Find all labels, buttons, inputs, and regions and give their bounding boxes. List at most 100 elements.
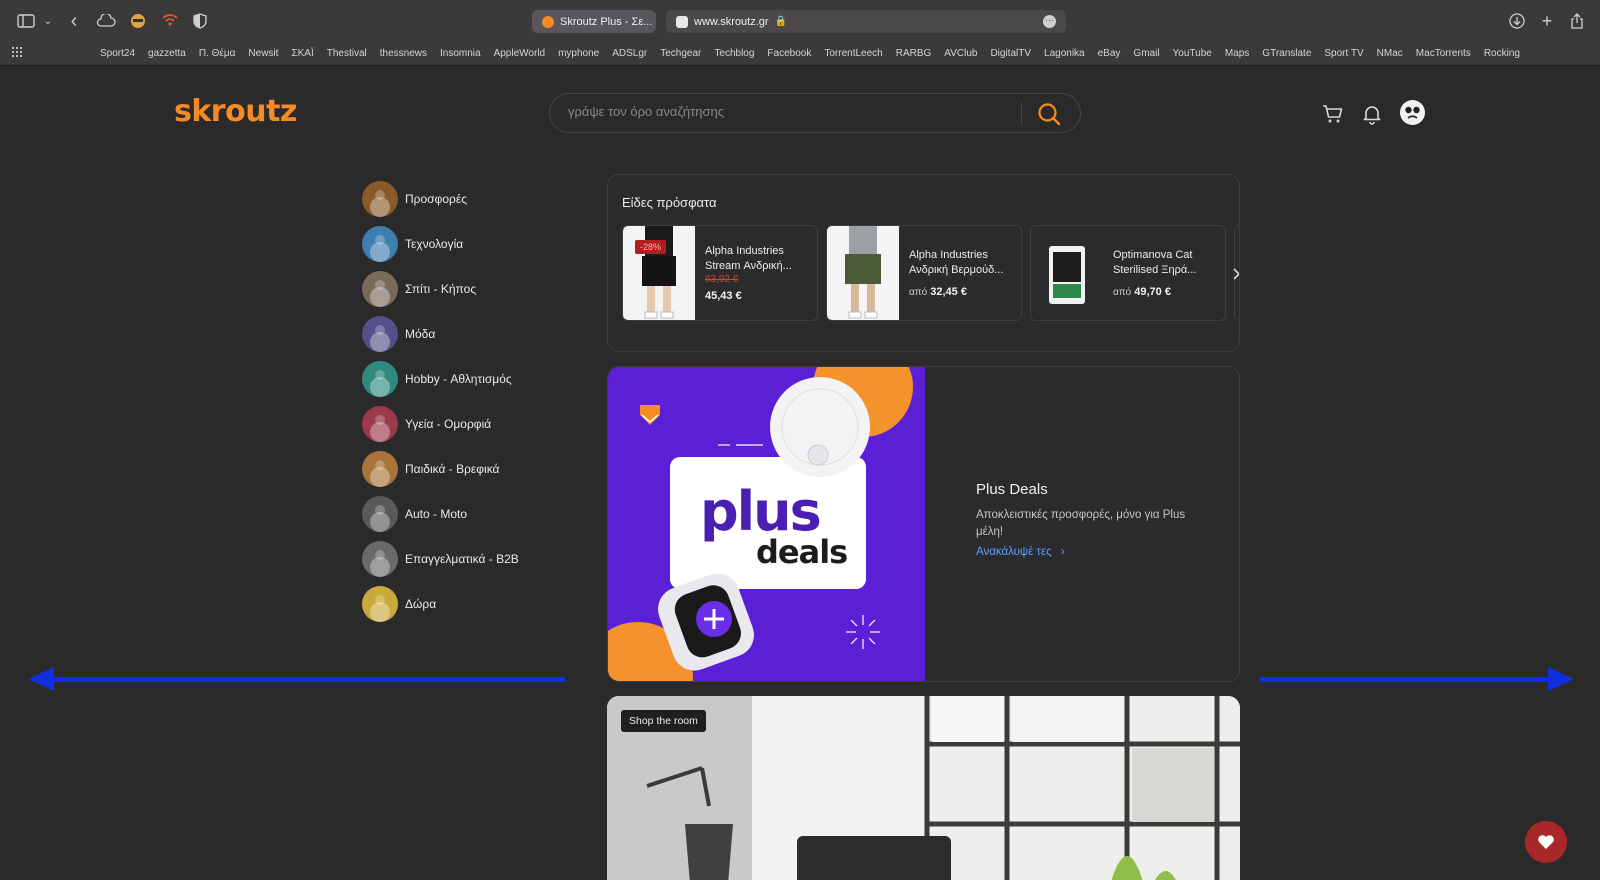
bookmark-item[interactable]: Sport TV (1324, 48, 1363, 59)
bookmark-item[interactable]: Lagonika (1044, 48, 1085, 59)
product-price: από 32,45 € (909, 286, 967, 298)
sidebar-item[interactable]: Υγεία - Ομορφιά (362, 406, 491, 442)
bookmark-item[interactable]: YouTube (1173, 48, 1212, 59)
bookmarks-bar: Sport24 gazzetta Π. Θέμα Newsit ΣΚΑΪ Thestiva… (0, 42, 1600, 66)
sidebar-toggle-icon[interactable] (16, 11, 36, 31)
recently-viewed-title: Είδες πρόσφατα (622, 195, 717, 210)
search-button[interactable] (1035, 100, 1063, 128)
skroutz-favicon-icon (542, 15, 554, 28)
plus-deals-link-label: Ανακάλυψέ τες (976, 546, 1052, 558)
cart-icon[interactable] (1321, 102, 1345, 126)
address-bar[interactable]: www.skroutz.gr 🔒 ··· (666, 10, 1066, 33)
chevron-down-icon[interactable]: ⌄ (38, 11, 58, 31)
bookmark-item[interactable]: myphone (558, 48, 599, 59)
bookmark-item[interactable]: AppleWorld (494, 48, 546, 59)
bookmark-item[interactable]: Π. Θέμα (199, 48, 236, 59)
plus-deals-artwork: plus deals (608, 367, 925, 681)
sidebar-item[interactable]: Auto - Moto (362, 496, 467, 532)
sidebar-item[interactable]: Hobby - Αθλητισμός (362, 361, 512, 397)
plus-deals-banner[interactable]: plus deals Plus Deals Αποκλειστικές προσ… (607, 366, 1240, 682)
bookmark-item[interactable]: DigitalTV (990, 48, 1031, 59)
back-icon[interactable]: ‹ (64, 10, 84, 32)
product-card[interactable]: Alpha Industries Ανδρική Βερμούδ... από 3… (826, 225, 1022, 321)
sidebar-item[interactable]: Μόδα (362, 316, 435, 352)
sidebar-item-label: Επαγγελματικά - B2B (405, 552, 519, 566)
search-input[interactable] (568, 104, 1008, 119)
search-icon (1038, 103, 1061, 126)
extension-face-icon[interactable] (128, 11, 148, 31)
share-icon[interactable] (1567, 11, 1587, 31)
user-avatar[interactable] (1400, 100, 1425, 125)
shield-icon[interactable] (190, 11, 210, 31)
bookmark-item[interactable]: Sport24 (100, 48, 135, 59)
skroutz-logo[interactable]: skroutz (174, 94, 297, 129)
sidebar-item[interactable]: Σπίτι - Κήπος (362, 271, 476, 307)
shop-the-room-banner[interactable]: Shop the room (607, 696, 1240, 880)
b2b-icon (362, 541, 398, 577)
bookmark-item[interactable]: Maps (1225, 48, 1249, 59)
product-image: -28% (623, 226, 695, 320)
sidebar-item-label: Υγεία - Ομορφιά (405, 417, 492, 431)
bookmark-item[interactable]: RARBG (896, 48, 932, 59)
favorites-button[interactable] (1525, 821, 1567, 863)
cloud-icon[interactable] (96, 11, 116, 31)
plus-deals-link[interactable]: Ανακάλυψέ τες › (976, 546, 1065, 558)
bookmark-item[interactable]: thessnews (380, 48, 427, 59)
bookmark-item[interactable]: Techblog (714, 48, 754, 59)
more-options-icon[interactable]: ··· (1043, 15, 1056, 28)
bookmark-item[interactable]: AVClub (944, 48, 977, 59)
sidebar-item-label: Μόδα (405, 327, 436, 341)
site-favicon-icon (676, 15, 688, 28)
bookmark-item[interactable]: Thestival (327, 48, 367, 59)
sidebar-item[interactable]: Παιδικά - Βρεφικά (362, 451, 500, 487)
bookmark-item[interactable]: Rocking (1484, 48, 1520, 59)
product-card[interactable]: -28% Alpha Industries Stream Ανδρική... … (622, 225, 818, 321)
product-name: Alpha Industries Stream Ανδρική... (705, 245, 792, 272)
download-icon[interactable] (1507, 11, 1527, 31)
tab-skroutz-plus[interactable]: Skroutz Plus - Σε... (532, 10, 656, 33)
bookmark-item[interactable]: ΣΚΑΪ (291, 48, 313, 59)
bookmark-item[interactable]: MacTorrents (1416, 48, 1471, 59)
bookmark-item[interactable]: GTranslate (1262, 48, 1311, 59)
sidebar-item[interactable]: Επαγγελματικά - B2B (362, 541, 519, 577)
bookmark-item[interactable]: gazzetta (148, 48, 186, 59)
arrow-left-icon (28, 667, 54, 691)
deals-art-word: deals (756, 533, 848, 571)
auto-icon (362, 496, 398, 532)
price-value: 45,43 € (705, 290, 742, 302)
new-tab-icon[interactable]: + (1537, 11, 1557, 31)
arrow-line (50, 677, 565, 682)
bookmark-item[interactable]: NMac (1377, 48, 1403, 59)
sidebar-item[interactable]: Τεχνολογία (362, 226, 463, 262)
bookmark-item[interactable]: Newsit (248, 48, 278, 59)
chevron-right-icon (1233, 268, 1239, 280)
product-name: Alpha Industries Ανδρική Βερμούδ... (909, 249, 1004, 276)
bell-icon[interactable] (1360, 102, 1384, 126)
bookmark-item[interactable]: Gmail (1133, 48, 1159, 59)
carousel-next-button[interactable] (1231, 261, 1239, 287)
sidebar-item[interactable]: Προσφορές (362, 181, 467, 217)
chevron-right-icon: › (1060, 546, 1065, 558)
shop-the-room-label: Shop the room (621, 710, 706, 732)
product-price: από 49,70 € (1113, 286, 1171, 298)
price-from-label: από (1113, 287, 1132, 298)
product-card[interactable]: Optimanova Cat Sterilised Ξηρά... από 49,… (1030, 225, 1226, 321)
discount-badge: -28% (635, 240, 667, 254)
fashion-icon (362, 316, 398, 352)
search-divider (1021, 102, 1022, 126)
apps-grid-icon[interactable] (12, 47, 24, 59)
sidebar-item[interactable]: Δώρα (362, 586, 436, 622)
price-value: 49,70 € (1134, 286, 1171, 298)
product-image (827, 226, 899, 320)
recently-viewed-section: Είδες πρόσφατα -28% Alpha Industries Str… (607, 174, 1240, 352)
bookmark-item[interactable]: eBay (1098, 48, 1121, 59)
bookmark-item[interactable]: ADSLgr (612, 48, 647, 59)
bookmark-item[interactable]: Facebook (767, 48, 811, 59)
bookmark-item[interactable]: TorrentLeech (824, 48, 882, 59)
product-name: Optimanova Cat Sterilised Ξηρά... (1113, 249, 1197, 276)
bookmark-item[interactable]: Techgear (660, 48, 701, 59)
old-price: 63,92 € (705, 274, 739, 285)
extension-wifi-icon[interactable] (160, 11, 180, 31)
plus-deals-title: Plus Deals (976, 481, 1048, 498)
bookmark-item[interactable]: Insomnia (440, 48, 481, 59)
